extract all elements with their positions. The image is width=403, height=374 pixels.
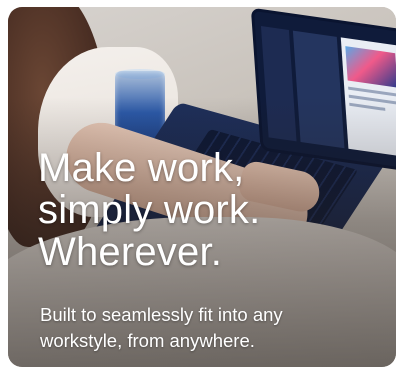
promo-card[interactable]: Make work, simply work. Wherever. Built …: [8, 7, 396, 367]
headline-line: simply work.: [38, 188, 261, 232]
subtext-line: Built to seamlessly fit into any: [40, 304, 283, 325]
promo-subtext: Built to seamlessly fit into any worksty…: [40, 302, 380, 354]
headline-line: Make work,: [38, 146, 245, 190]
subtext-line: workstyle, from anywhere.: [40, 330, 255, 351]
promo-headline: Make work, simply work. Wherever.: [38, 147, 260, 273]
headline-line: Wherever.: [38, 230, 223, 274]
